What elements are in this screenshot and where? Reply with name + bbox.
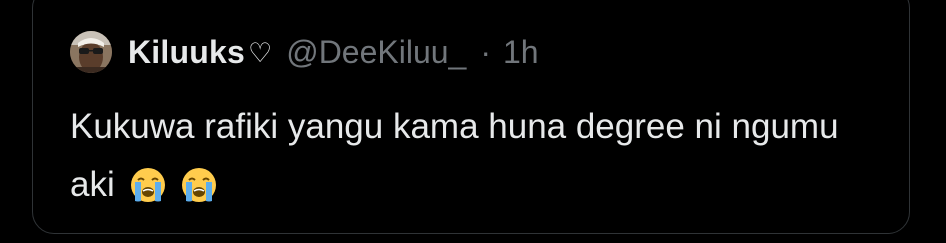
loudly-crying-face-icon <box>131 168 166 202</box>
avatar[interactable] <box>70 31 112 73</box>
author-display-name[interactable]: Kiluuks <box>128 34 245 71</box>
tweet-header: Kiluuks ♡ @DeeKiluu_ · 1h <box>70 30 539 74</box>
white-heart-icon: ♡ <box>247 37 273 68</box>
avatar-image <box>70 31 112 73</box>
author-handle[interactable]: @DeeKiluu_ <box>286 34 466 71</box>
tweet-body: Kukuwa rafiki yangu kama huna degree ni … <box>70 98 890 214</box>
separator-dot: · <box>480 33 491 70</box>
loudly-crying-face-icon <box>182 168 217 202</box>
tweet-timestamp[interactable]: 1h <box>503 34 539 71</box>
